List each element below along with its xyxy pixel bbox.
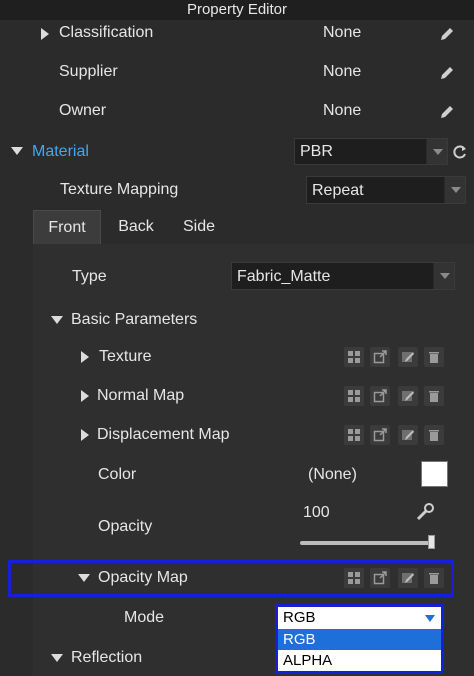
texture-mapping-label: Texture Mapping: [60, 181, 179, 198]
material-row: Material PBR: [0, 138, 474, 166]
edit-map-icon[interactable]: [398, 347, 418, 367]
material-type-value: PBR: [300, 143, 333, 160]
opacity-slider[interactable]: [300, 541, 434, 545]
open-external-icon[interactable]: [370, 425, 390, 445]
owner-value: None: [323, 102, 362, 119]
tab-side[interactable]: Side: [169, 210, 229, 244]
tab-front[interactable]: Front: [33, 210, 101, 244]
color-value: (None): [308, 466, 357, 483]
wrench-icon[interactable]: [416, 503, 436, 521]
edit-map-icon[interactable]: [398, 386, 418, 406]
expand-arrow-icon[interactable]: [81, 429, 89, 441]
refresh-icon[interactable]: [452, 144, 468, 160]
material-label: Material: [32, 143, 89, 160]
texture-label: Texture: [99, 348, 152, 365]
map-actions: [344, 347, 444, 367]
collapse-arrow-icon[interactable]: [51, 654, 63, 662]
classification-label: Classification: [59, 24, 154, 41]
window-title: Property Editor: [0, 0, 474, 20]
reflection-label: Reflection: [71, 649, 143, 666]
map-actions: [344, 386, 444, 406]
supplier-label: Supplier: [59, 63, 118, 80]
color-row: Color (None): [0, 462, 474, 488]
classification-value: None: [323, 24, 362, 41]
open-external-icon[interactable]: [370, 386, 390, 406]
type-label: Type: [72, 268, 107, 285]
property-row-supplier: Supplier None: [0, 61, 474, 85]
color-swatch[interactable]: [421, 461, 448, 487]
property-row-classification: Classification None: [0, 22, 474, 46]
displacement-map-label: Displacement Map: [97, 426, 230, 443]
chevron-down-icon[interactable]: [425, 615, 435, 622]
basic-parameters-row: Basic Parameters: [0, 309, 474, 333]
supplier-value: None: [323, 63, 362, 80]
edit-pencil-icon[interactable]: [438, 103, 456, 121]
opacity-slider-handle[interactable]: [428, 535, 435, 549]
expand-arrow-icon[interactable]: [81, 351, 89, 363]
chevron-down-icon[interactable]: [444, 177, 465, 203]
delete-icon[interactable]: [424, 425, 444, 445]
texture-mapping-select[interactable]: Repeat: [306, 176, 466, 204]
displacement-map-row: Displacement Map: [0, 424, 474, 448]
chevron-down-icon[interactable]: [426, 139, 447, 164]
edit-map-icon[interactable]: [398, 425, 418, 445]
opacity-map-highlight: [8, 560, 454, 597]
mode-label: Mode: [124, 609, 165, 626]
delete-icon[interactable]: [424, 347, 444, 367]
normal-map-row: Normal Map: [0, 385, 474, 409]
collapse-arrow-icon[interactable]: [51, 316, 63, 324]
collapse-arrow-icon[interactable]: [11, 147, 23, 155]
opacity-label: Opacity: [98, 518, 153, 535]
type-row: Type Fabric_Matte: [0, 262, 474, 290]
material-type-select[interactable]: PBR: [294, 138, 448, 165]
expand-arrow-icon[interactable]: [41, 28, 49, 40]
open-external-icon[interactable]: [370, 347, 390, 367]
color-label: Color: [98, 466, 137, 483]
property-row-owner: Owner None: [0, 100, 474, 124]
opacity-value: 100: [303, 504, 330, 521]
reflection-row: Reflection: [0, 647, 474, 671]
chevron-down-icon[interactable]: [433, 263, 454, 289]
type-select[interactable]: Fabric_Matte: [231, 262, 455, 290]
normal-map-label: Normal Map: [97, 387, 185, 404]
edit-pencil-icon[interactable]: [438, 25, 456, 43]
tab-back[interactable]: Back: [105, 210, 167, 244]
texture-row: Texture: [0, 346, 474, 370]
owner-label: Owner: [59, 102, 107, 119]
type-value: Fabric_Matte: [237, 268, 331, 285]
basic-parameters-label: Basic Parameters: [71, 311, 198, 328]
mode-select-value: RGB: [283, 609, 316, 626]
grid-icon[interactable]: [344, 425, 364, 445]
expand-arrow-icon[interactable]: [81, 390, 89, 402]
map-actions: [344, 425, 444, 445]
texture-mapping-row: Texture Mapping Repeat: [0, 176, 474, 204]
grid-icon[interactable]: [344, 386, 364, 406]
grid-icon[interactable]: [344, 347, 364, 367]
edit-pencil-icon[interactable]: [438, 64, 456, 82]
texture-mapping-value: Repeat: [312, 182, 364, 199]
delete-icon[interactable]: [424, 386, 444, 406]
mode-select[interactable]: RGB: [278, 607, 441, 629]
